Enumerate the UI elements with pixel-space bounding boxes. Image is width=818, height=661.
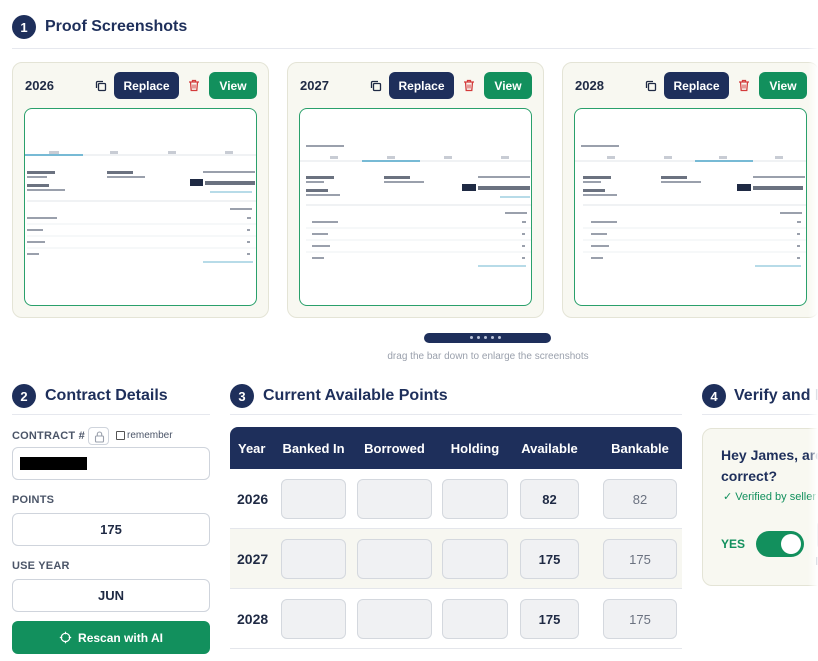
- right-edge-fade: [808, 0, 818, 661]
- trash-icon[interactable]: [738, 79, 750, 92]
- screenshot-card-2028: 2028 Replace View: [562, 62, 818, 318]
- check-icon: ✓: [723, 491, 733, 503]
- points-input[interactable]: 175: [12, 513, 210, 546]
- yes-label: YES: [721, 537, 746, 551]
- holding-input[interactable]: [442, 479, 508, 519]
- contract-number-label: CONTRACT #: [12, 430, 85, 442]
- col-bankable: Bankable: [611, 441, 669, 456]
- use-year-input[interactable]: JUN: [12, 579, 210, 612]
- col-available: Available: [521, 441, 578, 456]
- replace-button[interactable]: Replace: [664, 72, 729, 99]
- bankable-value: 175: [603, 599, 677, 639]
- verified-status: ✓ Verified by seller: [723, 490, 816, 503]
- banked-in-input[interactable]: [281, 599, 346, 639]
- screenshot-card-2027: 2027 Replace View: [287, 62, 544, 318]
- col-borrowed: Borrowed: [364, 441, 425, 456]
- current-available-points-title: Current Available Points: [263, 387, 448, 404]
- replace-button[interactable]: Replace: [389, 72, 454, 99]
- view-button[interactable]: View: [759, 72, 807, 99]
- verify-question: Hey James, are correct?: [721, 447, 818, 484]
- available-input[interactable]: 82: [520, 479, 579, 519]
- col-holding: Holding: [450, 441, 500, 456]
- holding-input[interactable]: [442, 599, 508, 639]
- trash-icon[interactable]: [463, 79, 475, 92]
- rescan-with-ai-button[interactable]: Rescan with AI: [12, 621, 210, 654]
- copy-icon[interactable]: [645, 80, 657, 92]
- redacted-contract-number: [20, 457, 87, 470]
- replace-button[interactable]: Replace: [114, 72, 179, 99]
- verify-title: Verify and Lo: [734, 387, 818, 404]
- table-row: 2027 175 175: [230, 529, 682, 589]
- screenshot-card-2026: 2026 Replace View: [12, 62, 269, 318]
- verify-card: Hey James, are correct? ✓ Verified by se…: [702, 428, 818, 586]
- points-table-header: Year Banked In Borrowed Holding Availabl…: [230, 427, 682, 469]
- bankable-value: 175: [603, 539, 677, 579]
- card-year: 2027: [300, 78, 329, 93]
- copy-icon[interactable]: [95, 80, 107, 92]
- verified-text: Verified by seller: [735, 491, 816, 503]
- row-year: 2028: [237, 611, 269, 627]
- ai-sparkle-icon: [59, 631, 72, 644]
- divider: [12, 414, 210, 415]
- toggle-knob: [781, 534, 801, 554]
- rescan-label: Rescan with AI: [78, 630, 163, 645]
- holding-input[interactable]: [442, 539, 508, 579]
- borrowed-input[interactable]: [357, 599, 432, 639]
- banked-in-input[interactable]: [281, 479, 346, 519]
- col-banked-in: Banked In: [282, 441, 345, 456]
- row-year: 2027: [237, 551, 269, 567]
- resize-drag-bar[interactable]: [424, 333, 551, 343]
- lock-icon: [94, 431, 105, 443]
- screenshot-thumbnail[interactable]: [574, 108, 807, 306]
- trash-icon[interactable]: [188, 79, 200, 92]
- remember-label: remember: [127, 430, 173, 441]
- table-row: 2026 82 82: [230, 469, 682, 529]
- borrowed-input[interactable]: [357, 539, 432, 579]
- view-button[interactable]: View: [209, 72, 257, 99]
- card-year: 2026: [25, 78, 54, 93]
- yes-toggle[interactable]: [756, 531, 804, 557]
- divider: [230, 414, 682, 415]
- available-input[interactable]: 175: [520, 599, 579, 639]
- banked-in-input[interactable]: [281, 539, 346, 579]
- card-year: 2028: [575, 78, 604, 93]
- contract-details-title: Contract Details: [45, 387, 168, 404]
- view-button[interactable]: View: [484, 72, 532, 99]
- table-row: 2028 175 175: [230, 589, 682, 649]
- screenshot-thumbnail[interactable]: [24, 108, 257, 306]
- divider: [702, 414, 818, 415]
- copy-icon[interactable]: [370, 80, 382, 92]
- screenshot-thumbnail[interactable]: [299, 108, 532, 306]
- checkbox-box[interactable]: [116, 431, 125, 440]
- bankable-value: 82: [603, 479, 677, 519]
- points-label: POINTS: [12, 494, 55, 506]
- step-1-badge: 1: [12, 15, 36, 39]
- row-year: 2026: [237, 491, 269, 507]
- step-4-badge: 4: [702, 384, 726, 408]
- remember-checkbox[interactable]: remember: [116, 430, 173, 441]
- col-year: Year: [238, 441, 266, 456]
- available-input[interactable]: 175: [520, 539, 579, 579]
- step-2-badge: 2: [12, 384, 36, 408]
- borrowed-input[interactable]: [357, 479, 432, 519]
- divider: [12, 48, 818, 49]
- use-year-label: USE YEAR: [12, 560, 70, 572]
- resize-hint: drag the bar down to enlarge the screens…: [387, 351, 589, 362]
- lock-toggle-button[interactable]: [88, 427, 109, 445]
- proof-screenshots-title: Proof Screenshots: [45, 18, 188, 35]
- step-3-badge: 3: [230, 384, 254, 408]
